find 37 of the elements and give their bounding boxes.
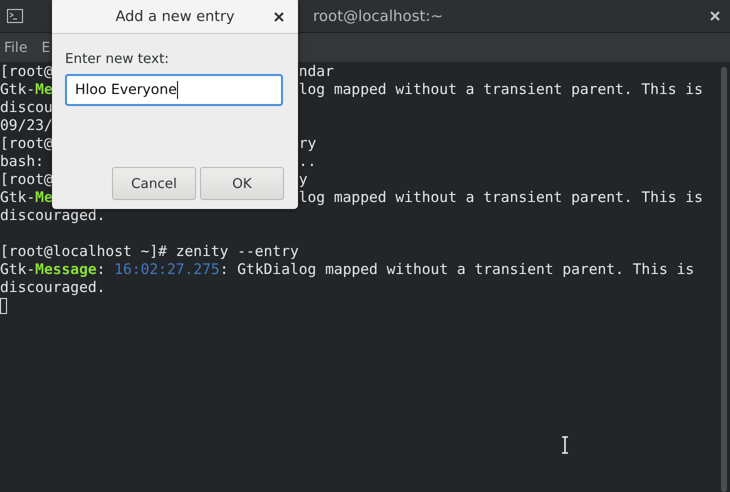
ibeam-cursor-icon: [561, 436, 569, 454]
terminal-text: : GtkDialog mapped without a transient parent. This is: [220, 261, 694, 278]
terminal-text: 09/23/: [0, 117, 53, 134]
terminal-text: Me: [35, 81, 53, 98]
terminal-text: ..: [298, 153, 316, 170]
ok-button[interactable]: OK: [200, 167, 284, 200]
terminal-text: ry: [298, 135, 316, 152]
menu-item[interactable]: E: [41, 40, 50, 56]
terminal-text: discouraged.: [0, 207, 106, 224]
scrollbar[interactable]: [721, 67, 727, 492]
text-cursor: [0, 298, 7, 314]
terminal-text: Gtk-: [0, 261, 36, 278]
terminal-text: Me: [35, 189, 53, 206]
terminal-text: [root@localhost ~]# zenity --entry: [0, 243, 299, 260]
terminal-text: discouraged.: [0, 279, 106, 296]
terminal-text: [root@: [0, 63, 53, 80]
field-label: Enter new text:: [65, 51, 170, 67]
terminal-text: bash:: [0, 153, 44, 170]
window-title: root@localhost:~: [313, 7, 444, 25]
terminal-text: Gtk-: [0, 81, 36, 98]
dialog-title: Add a new entry: [115, 8, 235, 24]
menu-item[interactable]: File: [4, 40, 28, 56]
terminal-text: Message: [35, 261, 97, 278]
terminal-text: log mapped without a transient parent. This is: [298, 189, 703, 206]
terminal-text: ndar: [298, 63, 334, 80]
terminal-text: discou: [0, 99, 53, 116]
close-icon[interactable]: [274, 12, 284, 22]
terminal-text: Gtk-: [0, 189, 36, 206]
terminal-icon[interactable]: [7, 9, 23, 23]
terminal-text: [root@: [0, 171, 53, 188]
terminal-text: :: [96, 261, 106, 278]
terminal-text: [root@: [0, 135, 53, 152]
text-input[interactable]: Hloo Everyone: [65, 74, 283, 106]
terminal-text: y: [298, 171, 308, 188]
terminal-text: 16:02:27.275: [114, 261, 220, 278]
terminal-text: log mapped without a transient parent. This is: [298, 81, 703, 98]
cancel-button[interactable]: Cancel: [112, 167, 196, 200]
